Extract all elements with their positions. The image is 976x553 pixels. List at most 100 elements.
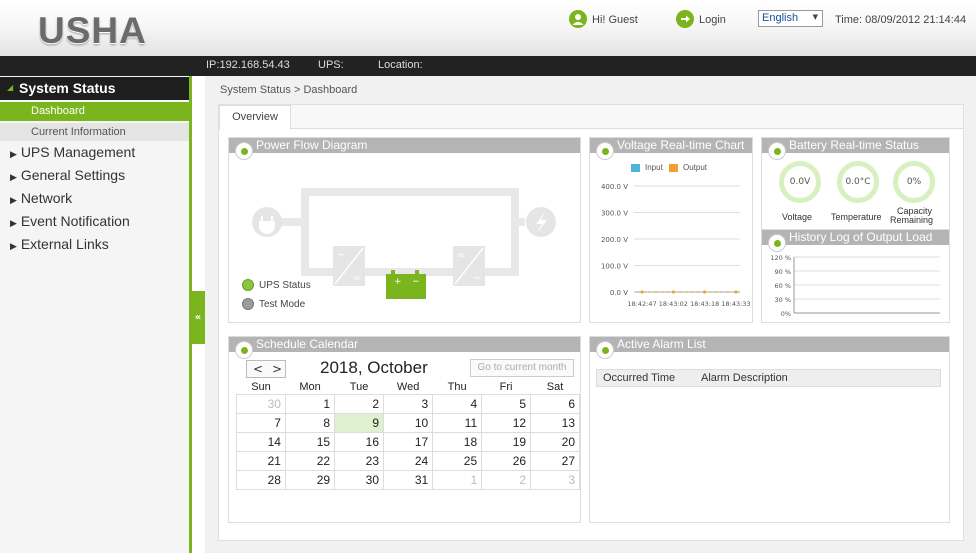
calendar-day[interactable]: 8	[284, 413, 336, 433]
y-tick-label: 0%	[781, 310, 791, 318]
calendar-day[interactable]: 4	[432, 394, 483, 414]
calendar-day[interactable]: 24	[383, 451, 434, 471]
panel-dot-icon	[768, 142, 786, 160]
calendar-day[interactable]: 22	[284, 451, 336, 471]
calendar-day[interactable]: 15	[284, 432, 336, 452]
svg-text:−: −	[412, 277, 420, 287]
weekday-header: Wed	[396, 381, 420, 393]
calendar-day[interactable]: 30	[334, 470, 385, 490]
calendar-week-row: 7 8 9 10 11 12 13	[236, 413, 580, 433]
calendar-day[interactable]: 27	[530, 451, 580, 471]
voltage-label: Voltage	[782, 212, 813, 222]
collapse-sidebar-button[interactable]: «	[191, 291, 205, 344]
calendar-week-row: 30 1 2 3 4 5 6	[236, 394, 580, 414]
tab-overview[interactable]: Overview	[219, 105, 291, 130]
sidebar-item-ups-management[interactable]: ▶ UPS Management	[0, 141, 189, 164]
triangle-right-icon: ▶	[10, 149, 17, 159]
language-select[interactable]: English ▼	[758, 10, 823, 27]
calendar-day[interactable]: 9	[334, 413, 385, 433]
panel-dot-icon	[596, 341, 614, 359]
sidebar-item-label: Dashboard	[31, 105, 85, 117]
sidebar-item-system-status[interactable]: ◢ System Status	[0, 77, 189, 100]
calendar-day[interactable]: 29	[284, 470, 336, 490]
sidebar-item-event-notification[interactable]: ▶ Event Notification	[0, 210, 189, 233]
calendar-day[interactable]: 7	[236, 413, 286, 433]
sidebar-item-label: External Links	[20, 236, 109, 252]
calendar-day[interactable]: 21	[236, 451, 286, 471]
calendar-day[interactable]: 10	[383, 413, 434, 433]
data-point	[671, 290, 675, 294]
language-value: English	[762, 12, 799, 24]
svg-text:=: =	[353, 273, 361, 284]
triangle-right-icon: ▶	[10, 172, 17, 182]
sidebar-item-general-settings[interactable]: ▶ General Settings	[0, 164, 189, 187]
sidebar-item-label: System Status	[19, 80, 116, 96]
calendar-day[interactable]: 14	[236, 432, 286, 452]
breadcrumb: System Status > Dashboard	[220, 84, 358, 96]
tab-bar	[219, 105, 963, 129]
calendar-day[interactable]: 2	[481, 470, 532, 490]
calendar-day[interactable]: 18	[432, 432, 483, 452]
greeting-text: Hi! Guest	[592, 14, 638, 26]
weekday-header: Thu	[447, 381, 467, 393]
calendar-day[interactable]: 12	[481, 413, 532, 433]
calendar-day[interactable]: 1	[284, 394, 336, 414]
calendar-day[interactable]: 31	[383, 470, 434, 490]
capacity-gauge: 0%	[893, 161, 935, 203]
calendar-day[interactable]: 16	[334, 432, 385, 452]
prev-month-button[interactable]: <	[253, 362, 263, 376]
next-month-button[interactable]: >	[272, 362, 282, 376]
calendar-day[interactable]: 3	[383, 394, 434, 414]
battery-panel: Battery Real-time Status 0.0V Voltage 0.…	[761, 137, 950, 230]
triangle-right-icon: ▶	[10, 195, 17, 205]
temperature-gauge: 0.0°C	[837, 161, 879, 203]
y-tick-label: 120 %	[770, 254, 791, 262]
calendar-week-row: 28 29 30 31 1 2 3	[236, 470, 580, 490]
calendar-day[interactable]: 6	[530, 394, 580, 414]
calendar-day[interactable]: 13	[530, 413, 580, 433]
svg-text:~: ~	[473, 273, 481, 284]
info-bar: IP:192.168.54.43 UPS: Location:	[0, 56, 976, 76]
y-tick-label: 300.0 V	[601, 210, 628, 218]
calendar-month-title: 2018, October	[320, 358, 428, 377]
calendar-day[interactable]: 19	[481, 432, 532, 452]
power-flow-diagram: ~ = = ~ + −	[252, 188, 556, 299]
calendar-day[interactable]: 5	[481, 394, 532, 414]
calendar-day[interactable]: 30	[236, 394, 286, 414]
sidebar-item-label: Current Information	[31, 126, 126, 138]
data-point	[734, 290, 738, 294]
sidebar-item-label: UPS Management	[20, 144, 136, 160]
weekday-header: Sun	[251, 381, 271, 393]
y-tick-label: 90 %	[774, 268, 791, 276]
calendar-day[interactable]: 3	[530, 470, 580, 490]
sidebar-item-current-information[interactable]: Current Information	[0, 123, 189, 141]
power-flow-panel: Power Flow Diagram ~ = = ~ + − UPS Statu…	[228, 137, 581, 323]
calendar-day[interactable]: 1	[432, 470, 483, 490]
calendar-day[interactable]: 23	[334, 451, 385, 471]
panel-title: Active Alarm List	[590, 337, 949, 352]
calendar-day[interactable]: 26	[481, 451, 532, 471]
test-mode-indicator	[242, 298, 254, 310]
sidebar-item-dashboard[interactable]: Dashboard	[0, 102, 189, 121]
ups-label: UPS:	[318, 59, 344, 71]
weekday-header: Fri	[499, 381, 513, 393]
go-to-current-month-button[interactable]: Go to current month	[470, 359, 574, 377]
svg-text:+: +	[394, 277, 402, 287]
col-alarm-description: Alarm Description	[701, 372, 788, 384]
calendar-day[interactable]: 11	[432, 413, 483, 433]
x-tick-label: 18:42:47	[627, 300, 656, 308]
calendar-day[interactable]: 28	[236, 470, 286, 490]
header: USHA Hi! Guest Login English ▼ Time: 08/…	[0, 0, 976, 56]
calendar-day[interactable]: 25	[432, 451, 483, 471]
sidebar-item-external-links[interactable]: ▶ External Links	[0, 233, 189, 256]
ip-address: IP:192.168.54.43	[206, 59, 290, 71]
calendar-day[interactable]: 2	[334, 394, 385, 414]
login-link[interactable]: Login	[699, 11, 726, 29]
sidebar-item-network[interactable]: ▶ Network	[0, 187, 189, 210]
triangle-right-icon: ▶	[10, 218, 17, 228]
calendar-day[interactable]: 20	[530, 432, 580, 452]
sidebar-item-label: Event Notification	[20, 213, 130, 229]
svg-text:=: =	[457, 250, 465, 261]
login-icon[interactable]	[676, 10, 694, 28]
calendar-day[interactable]: 17	[383, 432, 434, 452]
